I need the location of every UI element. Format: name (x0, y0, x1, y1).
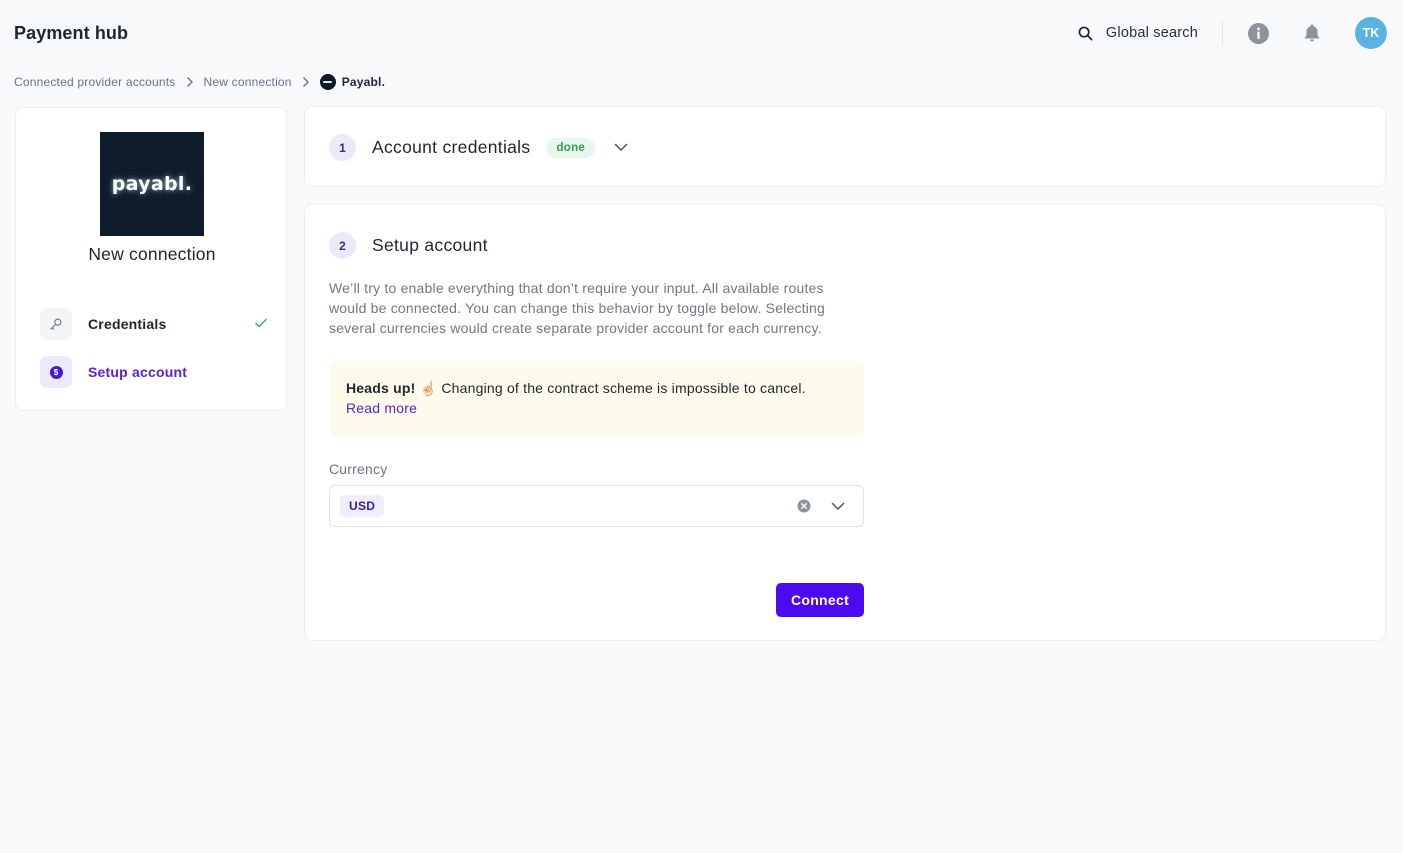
clear-icon[interactable] (797, 499, 812, 514)
section-title: Setup account (372, 235, 488, 255)
notifications-button[interactable] (1301, 22, 1323, 44)
currency-label: Currency (329, 461, 388, 477)
chevron-down-icon[interactable] (831, 498, 847, 514)
chevron-down-icon[interactable] (613, 140, 629, 156)
account-credentials-section: 1 Account credentials done (304, 106, 1386, 187)
header-divider (1222, 20, 1223, 46)
sidebar-title: New connection (88, 244, 216, 264)
chevron-right-icon (186, 76, 194, 88)
step-number: 2 (329, 232, 356, 259)
search-icon (1078, 26, 1093, 40)
connection-sidebar-card: payabl. New connection Credentials $ Set… (15, 107, 287, 411)
header-actions: Global search TK (1078, 0, 1387, 66)
provider-logo: payabl. (100, 132, 204, 236)
chevron-right-icon (302, 76, 310, 88)
bell-icon (1304, 24, 1320, 42)
top-header: Payment hub Global search TK (0, 0, 1403, 66)
heads-up-alert: Heads up! ☝🏻 Changing of the contract sc… (329, 361, 864, 436)
payabl-logo-icon (319, 74, 336, 90)
setup-account-header: 2 Setup account (329, 232, 488, 259)
sidebar-step-credentials[interactable]: Credentials (40, 308, 268, 340)
info-button[interactable] (1247, 22, 1269, 44)
app-title: Payment hub (14, 22, 129, 43)
alert-title: Heads up! (346, 380, 416, 396)
info-icon (1247, 22, 1269, 44)
provider-logo-text: payabl. (111, 173, 193, 195)
user-avatar[interactable]: TK (1355, 17, 1387, 49)
breadcrumb-current: Payabl. (319, 74, 386, 90)
currency-tag[interactable]: USD (340, 495, 385, 517)
read-more-link[interactable]: Read more (346, 398, 417, 418)
global-search-button[interactable]: Global search (1078, 25, 1222, 41)
sidebar-step-setup-account[interactable]: $ Setup account (40, 356, 268, 388)
sidebar-step-label: Credentials (88, 316, 167, 332)
alert-text: Changing of the contract scheme is impos… (441, 380, 806, 396)
breadcrumb: Connected provider accounts New connecti… (14, 73, 385, 91)
status-badge: done (546, 137, 596, 158)
breadcrumb-item[interactable]: New connection (204, 75, 292, 89)
account-credentials-header[interactable]: 1 Account credentials done (329, 134, 629, 161)
pointing-up-icon: ☝🏻 (419, 380, 438, 396)
currency-select[interactable]: USD (329, 485, 864, 527)
coin-icon: $ (40, 356, 72, 388)
global-search-label: Global search (1105, 25, 1198, 41)
setup-account-section: 2 Setup account We’ll try to enable ever… (304, 204, 1386, 641)
step-number: 1 (329, 134, 356, 161)
breadcrumb-item[interactable]: Connected provider accounts (14, 75, 176, 89)
setup-description: We’ll try to enable everything that don’… (329, 280, 826, 336)
breadcrumb-current-label: Payabl. (341, 75, 386, 89)
key-icon (40, 308, 72, 340)
check-icon (254, 316, 268, 335)
connect-button[interactable]: Connect (776, 583, 864, 617)
section-title: Account credentials (372, 137, 531, 157)
sidebar-step-label: Setup account (88, 364, 188, 380)
